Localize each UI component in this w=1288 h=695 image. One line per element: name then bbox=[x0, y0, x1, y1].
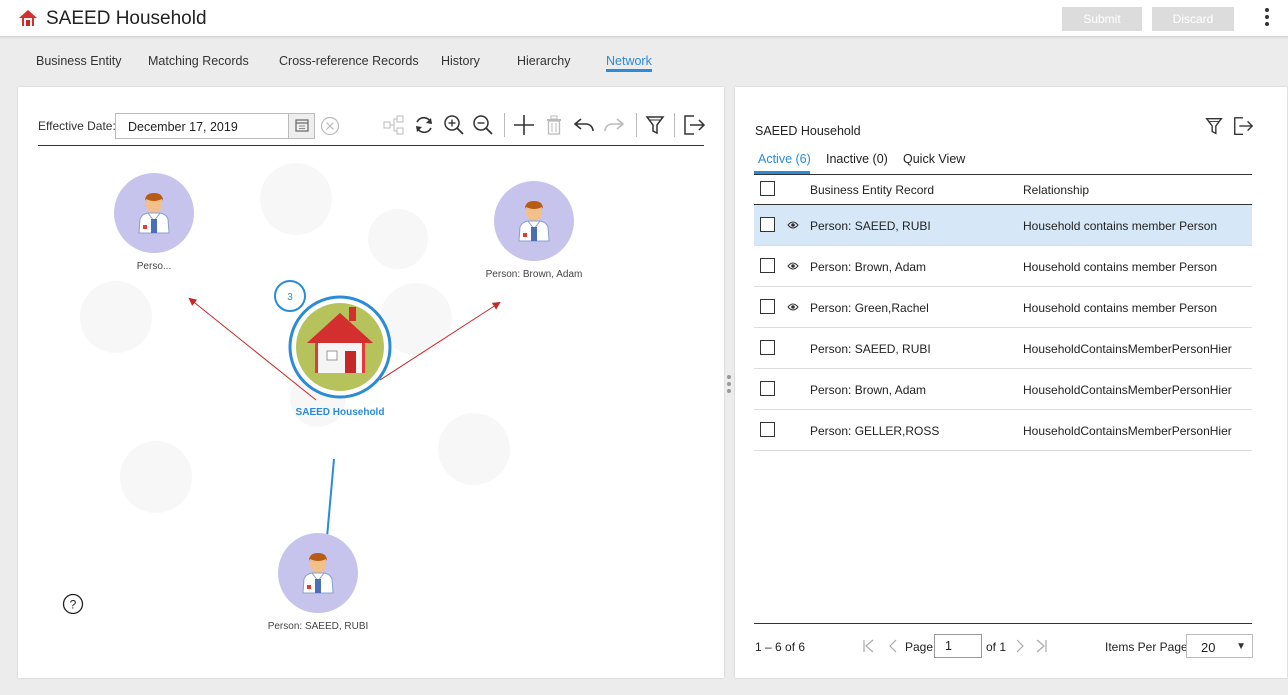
tab-hierarchy[interactable]: Hierarchy bbox=[517, 54, 571, 68]
page-title: SAEED Household bbox=[46, 8, 207, 29]
record-cell[interactable]: Person: Brown, Adam bbox=[810, 383, 926, 397]
calendar-button[interactable] bbox=[288, 114, 314, 138]
node-label: Person: Brown, Adam bbox=[486, 269, 583, 280]
record-cell[interactable]: Person: SAEED, RUBI bbox=[810, 342, 931, 356]
table-row[interactable]: Person: SAEED, RUBI Household contains m… bbox=[754, 205, 1252, 246]
person-node[interactable]: Perso... bbox=[114, 173, 194, 272]
toolbar-divider bbox=[504, 113, 505, 137]
row-checkbox[interactable] bbox=[760, 381, 775, 396]
center-node-label: SAEED Household bbox=[296, 407, 385, 418]
filter-icon[interactable] bbox=[1203, 115, 1225, 137]
entity-tabs: Business Entity Matching Records Cross-r… bbox=[0, 37, 1288, 77]
related-count-badge[interactable]: 3 bbox=[274, 280, 306, 312]
row-checkbox[interactable] bbox=[760, 340, 775, 355]
table-row[interactable]: Person: SAEED, RUBI HouseholdContainsMem… bbox=[754, 328, 1252, 369]
effective-date-input[interactable]: December 17, 2019 bbox=[115, 113, 315, 139]
eye-icon[interactable] bbox=[787, 261, 799, 271]
tab-network[interactable]: Network bbox=[606, 54, 652, 72]
divider bbox=[754, 623, 1252, 624]
divider bbox=[754, 174, 1252, 175]
chevron-down-icon: ▼ bbox=[1236, 641, 1246, 652]
svg-text:?: ? bbox=[70, 598, 77, 612]
discard-button[interactable]: Discard bbox=[1152, 7, 1234, 31]
row-checkbox[interactable] bbox=[760, 217, 775, 232]
relationship-cell: Household contains member Person bbox=[1023, 219, 1218, 233]
tab-quick-view[interactable]: Quick View bbox=[903, 152, 965, 166]
row-checkbox[interactable] bbox=[760, 299, 775, 314]
person-node[interactable]: Person: SAEED, RUBI bbox=[268, 533, 369, 632]
badge-count: 3 bbox=[287, 292, 293, 303]
filter-icon[interactable] bbox=[643, 113, 667, 137]
redo-icon[interactable] bbox=[602, 113, 626, 137]
items-per-page-select[interactable]: 20 ▼ bbox=[1186, 634, 1253, 658]
record-cell[interactable]: Person: Brown, Adam bbox=[810, 260, 926, 274]
person-node[interactable]: Person: Brown, Adam bbox=[486, 181, 583, 280]
zoom-out-icon[interactable] bbox=[471, 113, 495, 137]
column-header-record[interactable]: Business Entity Record bbox=[810, 183, 934, 197]
relationship-cell: HouseholdContainsMemberPersonHier bbox=[1023, 383, 1232, 397]
undo-icon[interactable] bbox=[572, 113, 596, 137]
items-per-page-label: Items Per Page: bbox=[1105, 640, 1192, 654]
panel-splitter-handle[interactable] bbox=[726, 375, 732, 399]
relationship-cell: Household contains member Person bbox=[1023, 301, 1218, 315]
eye-icon[interactable] bbox=[787, 302, 799, 312]
table-row[interactable]: Person: Green,Rachel Household contains … bbox=[754, 287, 1252, 328]
page-of-label: of 1 bbox=[986, 640, 1007, 654]
toolbar-divider-line bbox=[38, 145, 704, 146]
toolbar-divider bbox=[636, 113, 637, 137]
refresh-icon[interactable] bbox=[412, 113, 436, 137]
top-bar: SAEED Household Submit Discard bbox=[0, 0, 1288, 37]
delete-icon[interactable] bbox=[542, 113, 566, 137]
effective-date-label: Effective Date: bbox=[38, 119, 116, 133]
calendar-icon bbox=[295, 119, 309, 132]
submit-button[interactable]: Submit bbox=[1062, 7, 1142, 31]
row-checkbox[interactable] bbox=[760, 422, 775, 437]
table-row[interactable]: Person: Brown, Adam HouseholdContainsMem… bbox=[754, 369, 1252, 410]
column-header-relationship[interactable]: Relationship bbox=[1023, 183, 1089, 197]
row-checkbox[interactable] bbox=[760, 258, 775, 273]
tab-business-entity[interactable]: Business Entity bbox=[36, 54, 121, 68]
record-cell[interactable]: Person: Green,Rachel bbox=[810, 301, 929, 315]
record-cell[interactable]: Person: SAEED, RUBI bbox=[810, 219, 931, 233]
items-per-page-value: 20 bbox=[1201, 640, 1216, 655]
next-page-icon[interactable] bbox=[1012, 637, 1028, 655]
page-label: Page bbox=[905, 640, 934, 654]
tab-inactive[interactable]: Inactive (0) bbox=[826, 152, 888, 166]
panel-title: SAEED Household bbox=[755, 124, 861, 138]
effective-date-value: December 17, 2019 bbox=[128, 120, 238, 134]
network-panel: Effective Date: December 17, 2019 Perso.… bbox=[18, 87, 724, 678]
select-all-checkbox[interactable] bbox=[760, 181, 775, 196]
relationships-panel: SAEED Household Active (6) Inactive (0) … bbox=[735, 87, 1287, 678]
house-icon bbox=[19, 10, 37, 26]
record-cell[interactable]: Person: GELLER,ROSS bbox=[810, 424, 939, 438]
node-label: Perso... bbox=[137, 261, 171, 272]
export-icon[interactable] bbox=[1232, 115, 1254, 137]
node-label: Person: SAEED, RUBI bbox=[268, 621, 369, 632]
toolbar-divider bbox=[674, 113, 675, 137]
pager-count: 1 – 6 of 6 bbox=[755, 640, 806, 654]
tab-cross-reference-records[interactable]: Cross-reference Records bbox=[279, 54, 419, 68]
layout-icon[interactable] bbox=[382, 113, 406, 137]
relationship-cell: HouseholdContainsMemberPersonHier bbox=[1023, 424, 1232, 438]
table-row[interactable]: Person: GELLER,ROSS HouseholdContainsMem… bbox=[754, 410, 1252, 451]
last-page-icon[interactable] bbox=[1033, 637, 1049, 655]
more-menu-icon[interactable] bbox=[1262, 8, 1272, 30]
export-icon[interactable] bbox=[682, 113, 706, 137]
first-page-icon[interactable] bbox=[861, 637, 877, 655]
previous-page-icon[interactable] bbox=[885, 637, 901, 655]
table-row[interactable]: Person: Brown, Adam Household contains m… bbox=[754, 246, 1252, 287]
tab-active[interactable]: Active (6) bbox=[758, 152, 811, 166]
eye-icon[interactable] bbox=[787, 220, 799, 230]
page-number-input[interactable]: 1 bbox=[934, 634, 982, 658]
add-icon[interactable] bbox=[512, 113, 536, 137]
network-graph[interactable]: Perso... Person: Brown, Adam Person: SAE… bbox=[18, 147, 724, 678]
clear-date-icon[interactable] bbox=[320, 116, 340, 136]
tab-history[interactable]: History bbox=[441, 54, 480, 68]
relationship-cell: Household contains member Person bbox=[1023, 260, 1218, 274]
relationship-cell: HouseholdContainsMemberPersonHier bbox=[1023, 342, 1232, 356]
tab-matching-records[interactable]: Matching Records bbox=[148, 54, 249, 68]
help-icon[interactable]: ? bbox=[62, 593, 84, 615]
zoom-in-icon[interactable] bbox=[442, 113, 466, 137]
